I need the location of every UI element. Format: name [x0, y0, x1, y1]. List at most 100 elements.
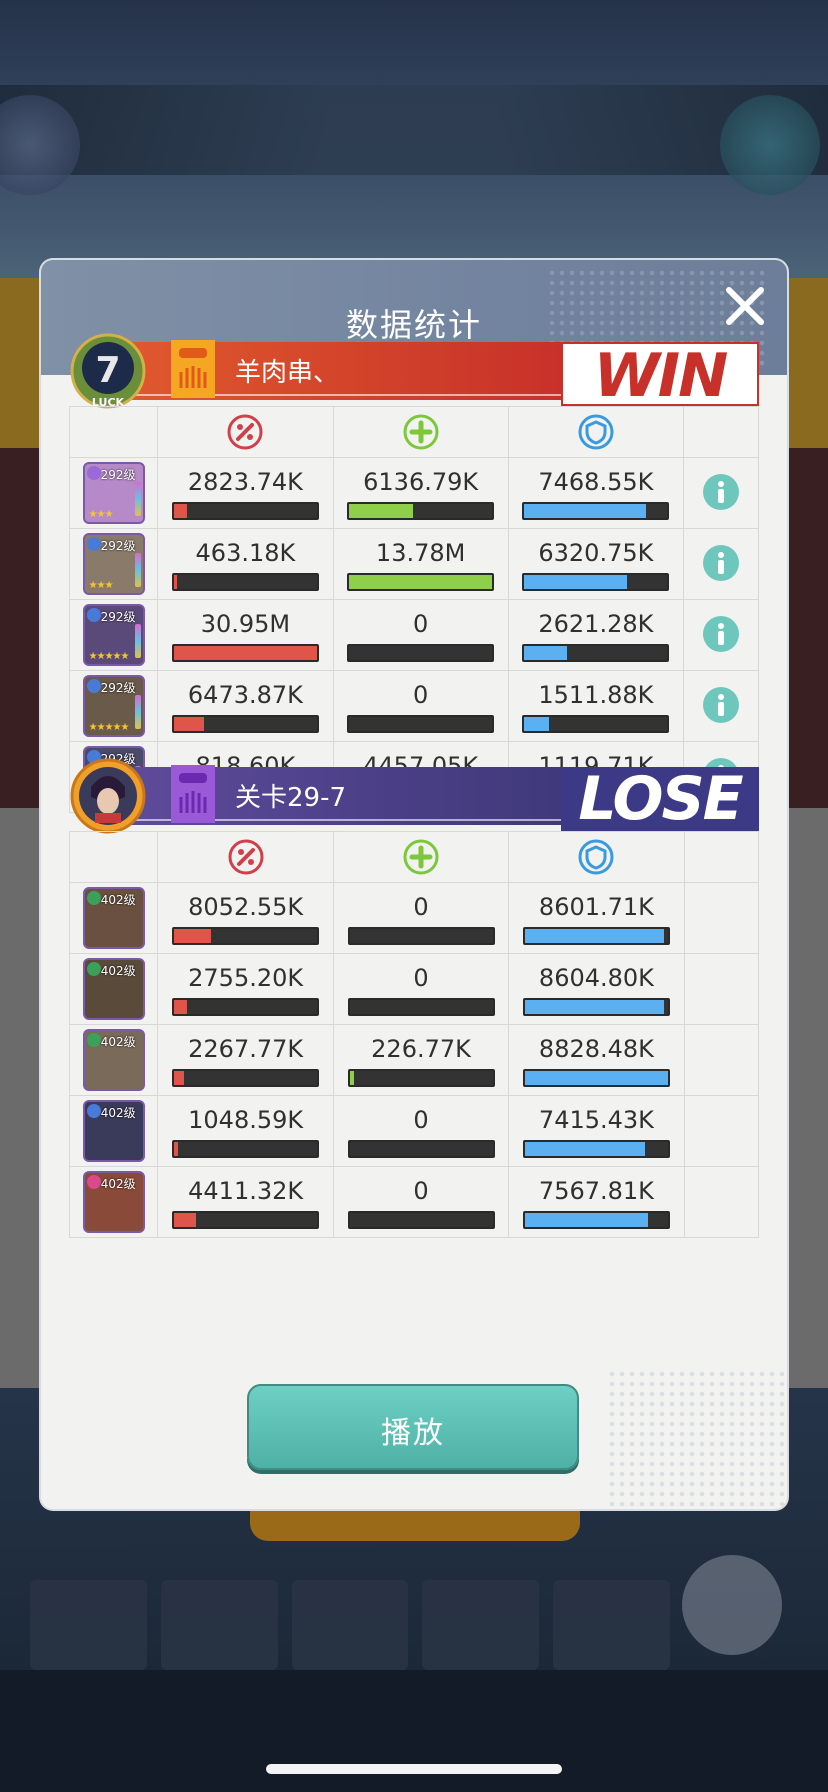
- hero-portrait[interactable]: 292级 ★★★★★: [82, 675, 145, 737]
- damage-cell: 2823.74K: [157, 457, 334, 529]
- info-icon[interactable]: [702, 615, 740, 653]
- portrait-cell: 292级 ★★★★★: [68, 599, 159, 671]
- bg-card-row: [30, 1580, 670, 1670]
- heal-bar: [347, 1211, 495, 1229]
- hero-row: 402级 8052.55K 0 8601.71K: [68, 882, 760, 954]
- info-icon[interactable]: [702, 473, 740, 511]
- heal-bar: [347, 927, 495, 945]
- tank-bar-fill: [524, 646, 568, 660]
- info-icon[interactable]: [702, 544, 740, 582]
- tank-cell: 2621.28K: [507, 599, 684, 671]
- damage-bar-fill: [174, 1213, 196, 1227]
- hero-portrait[interactable]: 402级: [82, 1171, 145, 1233]
- heal-cell: 0: [332, 882, 510, 954]
- hero-row: 292级 ★★★★★ 30.95M 0 2621.28K: [68, 599, 760, 671]
- heal-bar: [347, 1140, 495, 1158]
- home-indicator[interactable]: [266, 1764, 562, 1774]
- tank-value: 1511.88K: [538, 681, 654, 709]
- heal-cell: 0: [332, 670, 509, 742]
- team-header: 羊肉串、 WIN 7 LUCK: [69, 333, 759, 409]
- info-cell: [683, 882, 760, 954]
- heal-value: 6136.79K: [363, 468, 479, 496]
- heal-cell: 6136.79K: [332, 457, 509, 529]
- element-icon: [86, 466, 101, 480]
- heal-bar: [347, 502, 495, 520]
- heal-cell: 0: [332, 1166, 510, 1238]
- shield-icon: [577, 413, 615, 451]
- result-text: LOSE: [578, 764, 743, 834]
- bg-card: [160, 1580, 278, 1670]
- heal-bar-fill: [349, 1071, 354, 1085]
- corner-decoration: [607, 1369, 787, 1509]
- info-cell: [682, 670, 760, 742]
- tank-cell: 1511.88K: [507, 670, 684, 742]
- stats-dialog: 数据统计 羊肉串、 WIN 7 LUCK 292级★★★2823.74K6: [41, 260, 787, 1509]
- heal-bar-fill: [349, 504, 414, 518]
- team-name: 关卡29-7: [235, 783, 347, 813]
- hero-row: 402级 1048.59K 0 7415.43K: [68, 1095, 760, 1167]
- heal-cell: 0: [332, 1095, 510, 1167]
- damage-bar-fill: [173, 575, 177, 589]
- hero-portrait[interactable]: 402级: [82, 958, 145, 1020]
- portrait-cell: 292级 ★★★: [68, 528, 159, 600]
- damage-bar: [171, 502, 319, 520]
- heal-value: 0: [412, 610, 429, 638]
- bg-round-button: [682, 1555, 782, 1655]
- heal-value: 226.77K: [371, 1035, 471, 1063]
- tank-value: 2621.28K: [538, 610, 654, 638]
- damage-value: 2823.74K: [187, 468, 303, 496]
- info-icon[interactable]: [702, 686, 740, 724]
- team-header: 关卡29-7 LOSE: [69, 758, 759, 834]
- hero-portrait[interactable]: 292级 ★★★: [82, 533, 145, 595]
- info-cell: [682, 528, 760, 600]
- shield-icon: [577, 838, 615, 876]
- damage-bar-fill: [173, 717, 204, 731]
- stats-header-row: [68, 406, 760, 458]
- info-cell: [683, 953, 760, 1025]
- portrait-cell: 402级: [68, 1166, 159, 1238]
- info-cell: [682, 599, 760, 671]
- damage-bar-fill: [174, 1142, 179, 1156]
- hero-level: 402级: [100, 1177, 136, 1191]
- heal-value: 13.78M: [375, 539, 466, 567]
- damage-bar: [172, 927, 320, 945]
- heal-bar: [347, 1069, 495, 1087]
- header-cell-empty: [683, 831, 760, 883]
- header-cell: [157, 831, 334, 883]
- close-icon[interactable]: [721, 282, 769, 330]
- hero-portrait[interactable]: 402级: [82, 1100, 145, 1162]
- damage-cell: 463.18K: [157, 528, 334, 600]
- portrait-cell: 402级: [68, 1024, 159, 1096]
- play-button[interactable]: 播放: [247, 1384, 579, 1470]
- damage-bar-fill: [174, 1071, 185, 1085]
- info-cell: [682, 457, 760, 529]
- hero-stars: ★★★: [88, 580, 114, 591]
- tank-cell: 7567.81K: [508, 1166, 685, 1238]
- tank-value: 8601.71K: [538, 893, 654, 921]
- damage-bar-fill: [173, 646, 317, 660]
- team-stats-table: 292级 ★★★ 2823.74K 6136.79K 7468.55K 292级 ★★★ 46…: [68, 406, 760, 813]
- boss-portrait-badge-icon: [70, 758, 146, 834]
- element-icon: [86, 1104, 101, 1118]
- tank-bar: [522, 927, 670, 945]
- bg-card: [422, 1580, 540, 1670]
- tank-bar: [522, 502, 670, 520]
- tank-value: 7415.43K: [538, 1106, 654, 1134]
- damage-bar: [171, 573, 319, 591]
- hero-portrait[interactable]: 402级: [82, 1029, 145, 1091]
- damage-bar: [171, 715, 319, 733]
- damage-cell: 6473.87K: [157, 670, 334, 742]
- svg-text:7: 7: [95, 350, 120, 391]
- hero-portrait[interactable]: 292级 ★★★★★: [82, 604, 145, 666]
- team-flag-icon: [171, 765, 215, 823]
- element-icon: [86, 608, 101, 622]
- portrait-cell: 402级: [68, 882, 159, 954]
- hero-level: 402级: [100, 964, 136, 978]
- tank-bar: [522, 1140, 670, 1158]
- hero-portrait[interactable]: 292级 ★★★: [82, 462, 145, 524]
- tank-bar-fill: [524, 929, 664, 943]
- damage-cell: 1048.59K: [157, 1095, 334, 1167]
- header-cell-empty: [68, 406, 159, 458]
- tank-bar-fill: [524, 1142, 646, 1156]
- hero-portrait[interactable]: 402级: [82, 887, 145, 949]
